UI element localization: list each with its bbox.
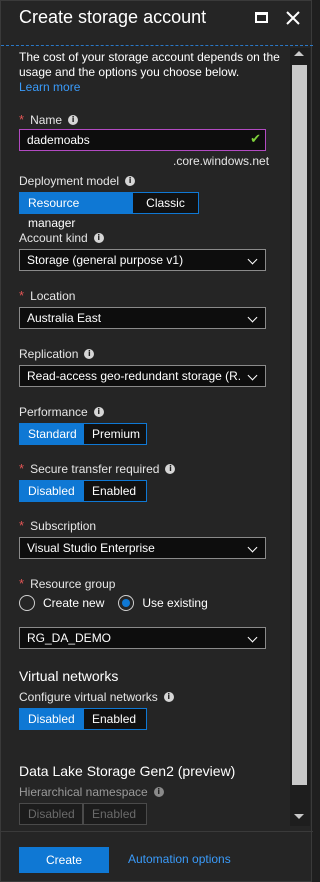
chevron-down-icon [247, 542, 258, 553]
create-new-radio[interactable]: Create new [19, 595, 104, 611]
info-icon[interactable]: i [125, 176, 136, 186]
virtual-networks-enabled-option[interactable]: Enabled [83, 708, 147, 730]
performance-label: Performance i [19, 405, 104, 419]
subscription-select[interactable]: Visual Studio Enterprise [19, 537, 266, 559]
close-icon[interactable] [284, 9, 302, 27]
required-marker: * [19, 112, 25, 127]
location-select[interactable]: Australia East [19, 307, 266, 329]
info-icon[interactable]: i [68, 114, 79, 125]
info-icon[interactable]: i [163, 692, 174, 702]
chevron-down-icon [247, 370, 258, 381]
maximize-icon[interactable] [253, 9, 271, 27]
chevron-down-icon [247, 632, 258, 643]
subscription-label: * Subscription [19, 518, 97, 533]
hierarchical-disabled-option: Disabled [19, 803, 83, 825]
deployment-model-toggle: Resource manager Classic [19, 192, 199, 230]
deployment-model-label: Deployment model i [19, 174, 136, 188]
secure-transfer-label: * Secure transfer required i [19, 461, 176, 476]
name-input[interactable]: dademoabs ✔ [19, 129, 266, 151]
blade-panel: Create storage account The cost of your … [0, 0, 313, 882]
info-icon[interactable]: i [165, 463, 176, 474]
name-suffix: .core.windows.net [173, 154, 270, 168]
secure-transfer-enabled-option[interactable]: Enabled [83, 480, 147, 502]
required-marker: * [19, 576, 25, 591]
hierarchical-namespace-label: Hierarchical namespace i [19, 785, 164, 799]
replication-select[interactable]: Read-access geo-redundant storage (R... [19, 365, 266, 387]
info-icon[interactable]: i [153, 787, 164, 797]
virtual-networks-disabled-option[interactable]: Disabled [19, 708, 83, 730]
info-icon[interactable]: i [93, 233, 104, 243]
create-button[interactable]: Create [19, 847, 109, 873]
resource-group-label: * Resource group [19, 576, 116, 591]
intro-description: The cost of your storage account depends… [19, 50, 280, 79]
title-divider [1, 45, 313, 46]
secure-transfer-disabled-option[interactable]: Disabled [19, 480, 83, 502]
info-icon[interactable]: i [93, 407, 104, 417]
virtual-networks-heading: Virtual networks [19, 668, 119, 684]
premium-option[interactable]: Premium [83, 423, 147, 445]
scroll-down-icon[interactable] [294, 814, 304, 819]
panel-title: Create storage account [19, 7, 207, 27]
intro-text: The cost of your storage account depends… [19, 50, 284, 95]
resource-group-select[interactable]: RG_DA_DEMO [19, 627, 266, 649]
virtual-networks-toggle: Disabled Enabled [19, 708, 147, 730]
required-marker: * [19, 461, 25, 476]
valid-check-icon: ✔ [250, 131, 261, 146]
hierarchical-namespace-toggle: Disabled Enabled [19, 803, 147, 825]
account-kind-label: Account kind i [19, 231, 104, 245]
radio-button[interactable] [19, 595, 35, 611]
required-marker: * [19, 288, 25, 303]
hierarchical-enabled-option: Enabled [83, 803, 147, 825]
resource-group-radios: Create new Use existing [19, 595, 222, 611]
scroll-up-icon[interactable] [294, 51, 304, 56]
replication-label: Replication i [19, 347, 95, 361]
name-label: * Name i [19, 112, 79, 127]
info-icon[interactable]: i [84, 349, 95, 359]
location-label: * Location [19, 288, 76, 303]
footer-divider [1, 831, 313, 832]
radio-button[interactable] [118, 595, 135, 611]
chevron-down-icon [247, 254, 258, 265]
account-kind-select[interactable]: Storage (general purpose v1) [19, 249, 266, 271]
resource-manager-option[interactable]: Resource manager [19, 192, 132, 230]
standard-option[interactable]: Standard [19, 423, 83, 445]
learn-more-link[interactable]: Learn more [19, 80, 80, 94]
title-bar: Create storage account [1, 1, 313, 37]
secure-transfer-toggle: Disabled Enabled [19, 480, 147, 502]
chevron-down-icon [247, 312, 258, 323]
data-lake-heading: Data Lake Storage Gen2 (preview) [19, 763, 236, 779]
required-marker: * [19, 518, 25, 533]
scrollbar-thumb[interactable] [292, 65, 307, 785]
configure-virtual-networks-label: Configure virtual networks i [19, 690, 174, 704]
classic-option[interactable]: Classic [132, 192, 199, 214]
performance-toggle: Standard Premium [19, 423, 147, 445]
automation-options-link[interactable]: Automation options [128, 852, 231, 866]
use-existing-radio[interactable]: Use existing [118, 595, 208, 611]
